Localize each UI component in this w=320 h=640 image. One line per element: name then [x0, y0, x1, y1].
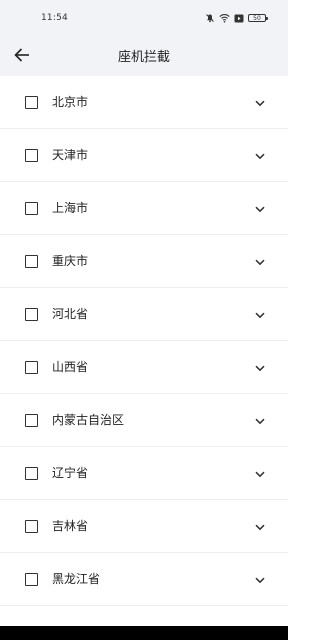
region-label: 天津市	[52, 148, 89, 162]
region-label: 北京市	[52, 95, 89, 109]
screen: 11:54 50 座机拦截 北京市 天津市 上海市 重庆市 河北省 山西省 内蒙…	[0, 0, 288, 640]
chevron-down-icon[interactable]	[254, 521, 266, 533]
list-item[interactable]: 河北省	[0, 288, 288, 341]
chevron-down-icon[interactable]	[254, 309, 266, 321]
screen-record-icon	[234, 14, 244, 23]
checkbox[interactable]	[25, 573, 38, 586]
page-title: 座机拦截	[117, 50, 170, 65]
list-item[interactable]: 内蒙古自治区	[0, 394, 288, 447]
status-time: 11:54	[41, 13, 68, 23]
checkbox[interactable]	[25, 361, 38, 374]
region-label: 河北省	[52, 307, 89, 321]
checkbox[interactable]	[25, 467, 38, 480]
list-item[interactable]: 重庆市	[0, 235, 288, 288]
region-label: 辽宁省	[52, 466, 89, 480]
region-list: 北京市 天津市 上海市 重庆市 河北省 山西省 内蒙古自治区 辽宁省 吉林省 黑…	[0, 76, 288, 640]
list-item[interactable]: 天津市	[0, 129, 288, 182]
status-icons: 50	[205, 12, 268, 24]
list-item[interactable]: 吉林省	[0, 500, 288, 553]
checkbox[interactable]	[25, 414, 38, 427]
checkbox[interactable]	[25, 149, 38, 162]
checkbox[interactable]	[25, 96, 38, 109]
checkbox[interactable]	[25, 255, 38, 268]
list-item[interactable]: 辽宁省	[0, 447, 288, 500]
system-nav-bar	[0, 626, 288, 640]
chevron-down-icon[interactable]	[254, 468, 266, 480]
app-bar: 座机拦截	[0, 36, 288, 76]
chevron-down-icon[interactable]	[254, 415, 266, 427]
region-label: 重庆市	[52, 254, 89, 268]
region-label: 吉林省	[52, 519, 89, 533]
chevron-down-icon[interactable]	[254, 574, 266, 586]
status-bar: 11:54 50	[0, 0, 288, 36]
region-label: 上海市	[52, 201, 89, 215]
checkbox[interactable]	[25, 520, 38, 533]
checkbox[interactable]	[25, 308, 38, 321]
region-label: 内蒙古自治区	[52, 413, 125, 427]
chevron-down-icon[interactable]	[254, 150, 266, 162]
list-item[interactable]: 山西省	[0, 341, 288, 394]
region-label: 山西省	[52, 360, 89, 374]
checkbox[interactable]	[25, 202, 38, 215]
battery-indicator: 50	[248, 14, 268, 22]
wifi-icon	[219, 13, 230, 23]
chevron-down-icon[interactable]	[254, 97, 266, 109]
chevron-down-icon[interactable]	[254, 203, 266, 215]
mute-icon	[205, 13, 215, 23]
region-label: 黑龙江省	[52, 572, 101, 586]
chevron-down-icon[interactable]	[254, 256, 266, 268]
list-item[interactable]: 上海市	[0, 182, 288, 235]
list-item[interactable]: 黑龙江省	[0, 553, 288, 606]
list-item[interactable]: 北京市	[0, 76, 288, 129]
chevron-down-icon[interactable]	[254, 362, 266, 374]
